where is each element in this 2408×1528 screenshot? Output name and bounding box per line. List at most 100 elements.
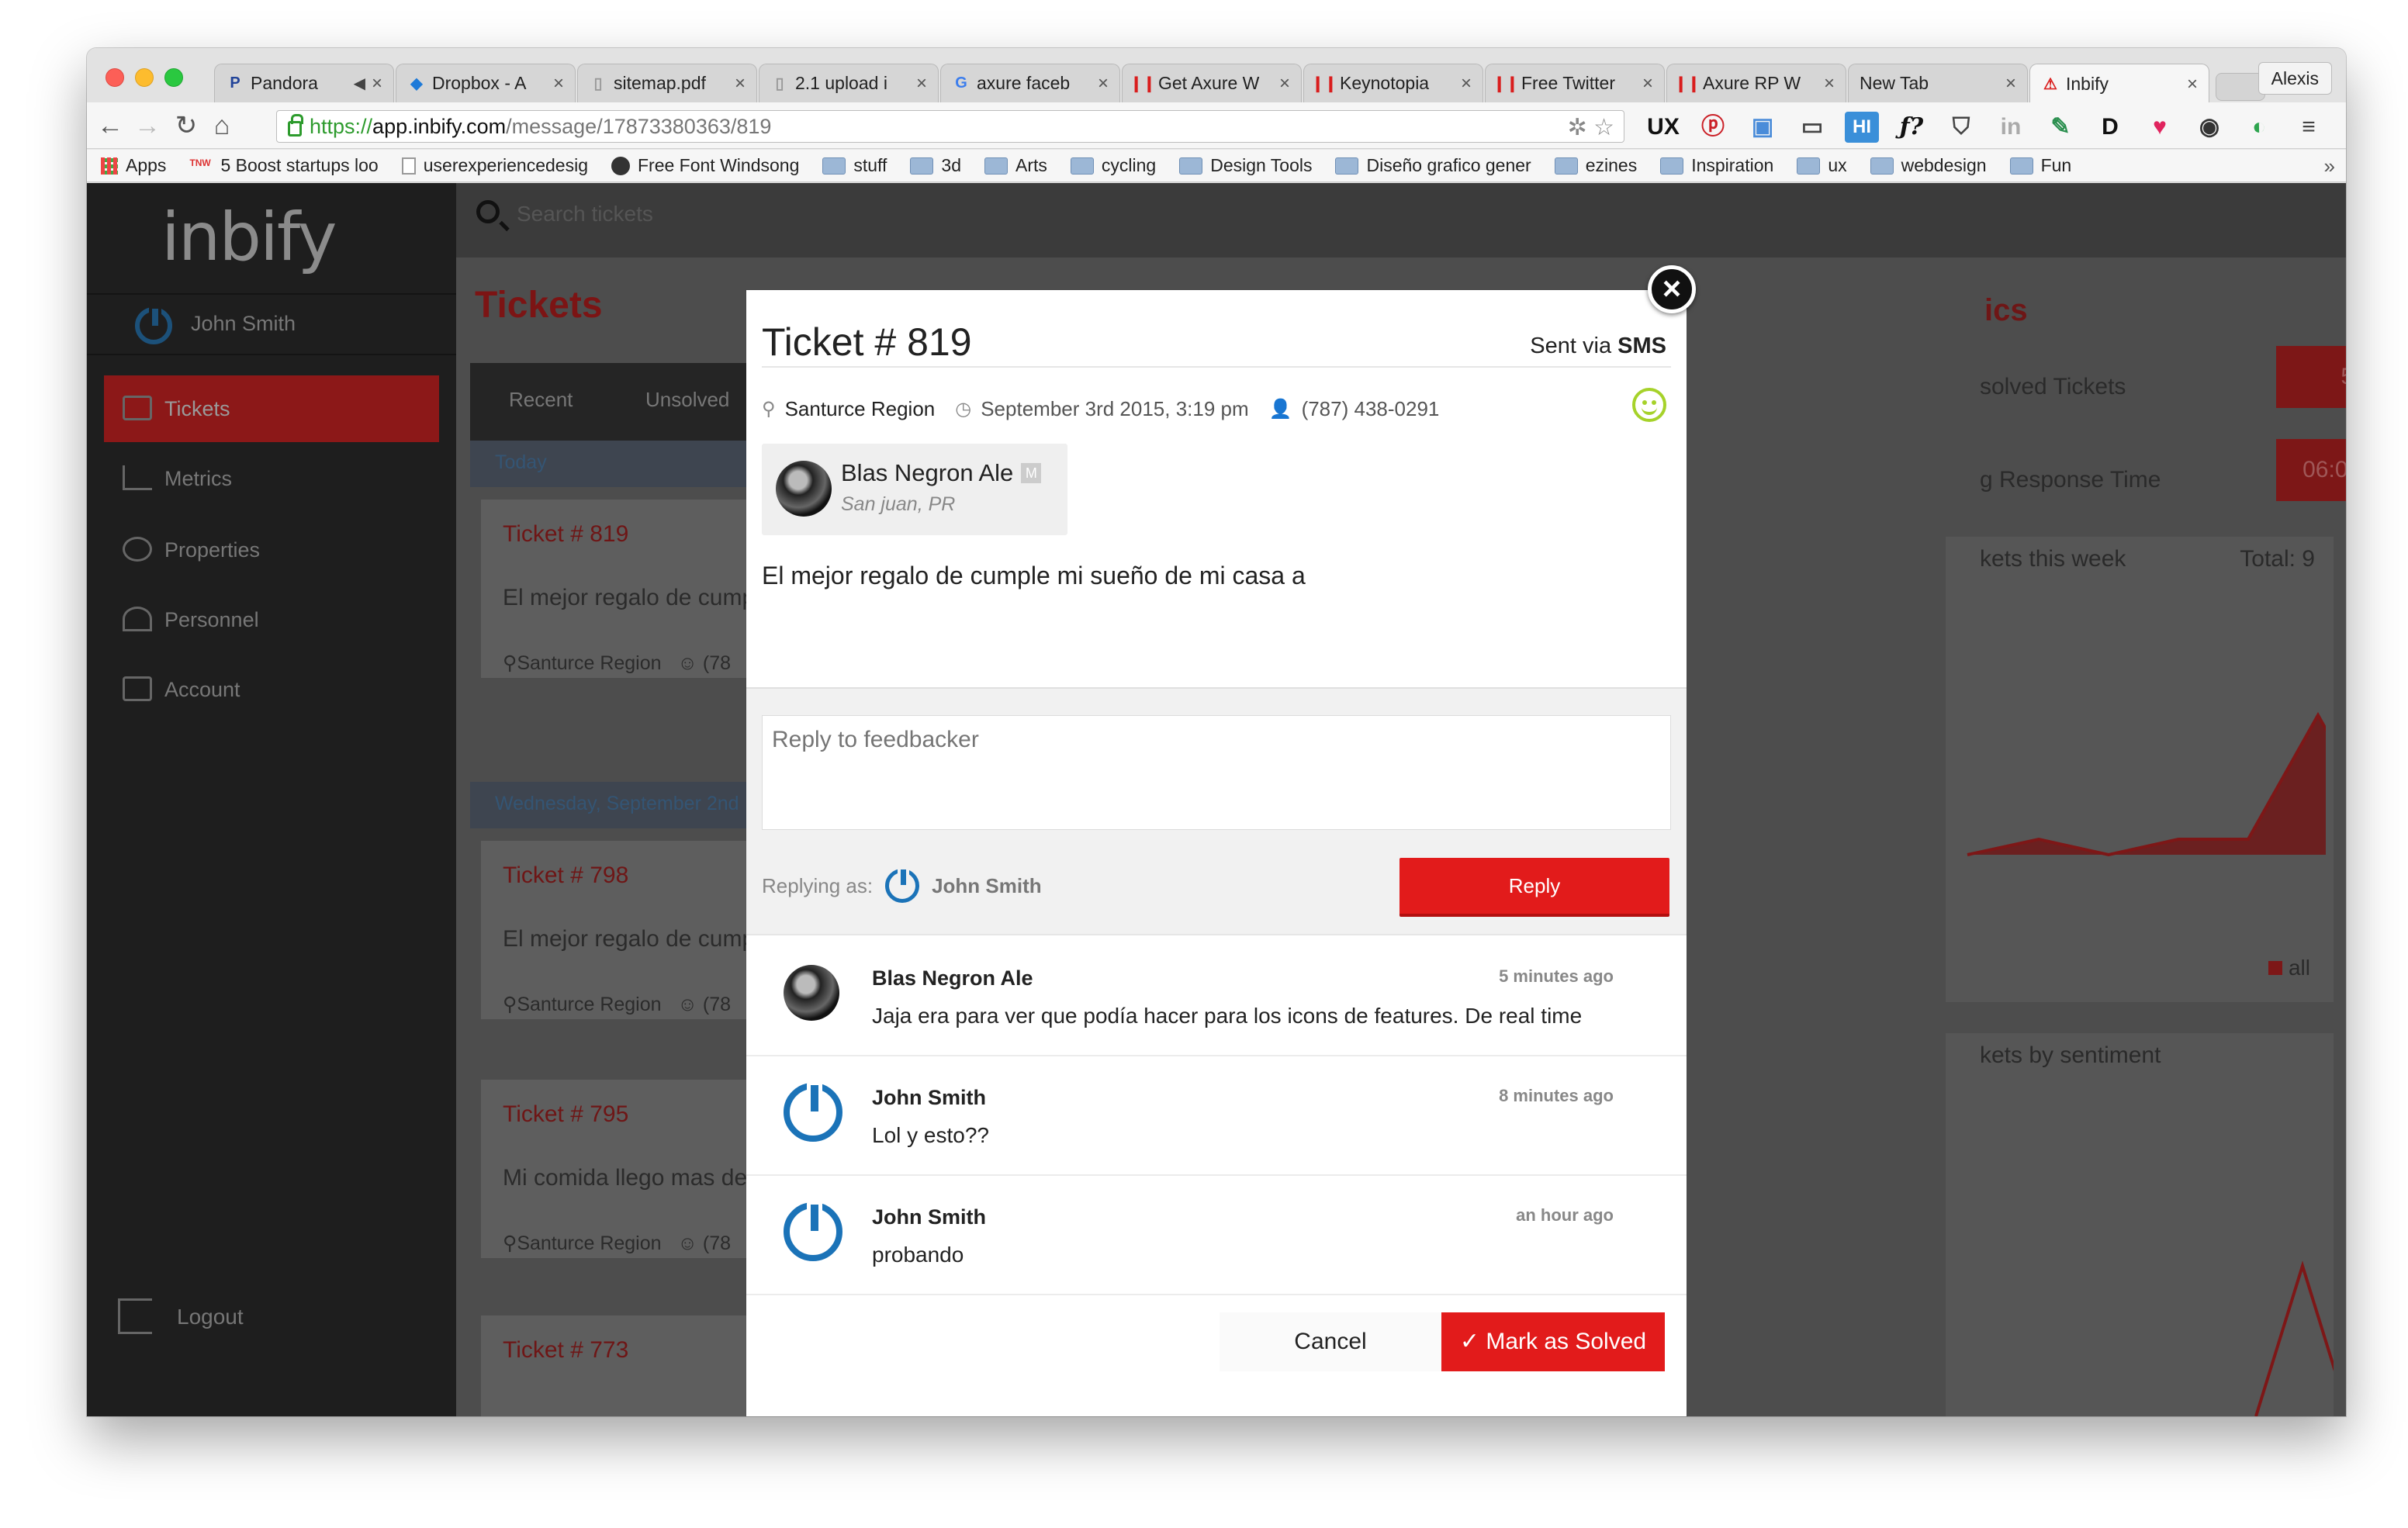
extensions-row: UX ⓟ ▣ ▭ HI ƒ? ⛉ in ✎ D ♥ ◉ ◐ ≡ [1646, 112, 2341, 143]
tab-close-icon[interactable]: × [916, 73, 927, 95]
bookmarks-overflow-icon[interactable]: » [2324, 154, 2335, 178]
tab-close-icon[interactable]: × [553, 73, 564, 95]
lock-icon [288, 114, 303, 137]
close-icon[interactable]: × [1648, 265, 1696, 313]
tab-google[interactable]: Gaxure faceb × [940, 64, 1120, 102]
menu-icon[interactable]: ≡ [2292, 112, 2326, 143]
sidebar-item-personnel[interactable]: Personnel [104, 586, 439, 653]
comment-author: John Smith [872, 1086, 986, 1109]
d2-extension-icon[interactable]: D [2093, 112, 2127, 143]
bookmark-apps[interactable]: Apps [101, 155, 166, 176]
tab-close-icon[interactable]: × [1824, 73, 1835, 95]
tab-keynotopia[interactable]: ❙❙ Keynotopia × [1303, 64, 1483, 102]
bookmark-folder-cycling[interactable]: cycling [1070, 155, 1156, 176]
ticket-phone: (78 [702, 652, 732, 674]
green-extension-icon[interactable]: ◐ [2242, 112, 2276, 143]
bookmark-boost-startups[interactable]: TNW 5 Boost startups loo [189, 155, 378, 176]
tab-label: Keynotopia [1340, 73, 1430, 93]
folder-icon [1797, 157, 1821, 175]
address-bar[interactable]: https://app.inbify.com/message/178733803… [276, 110, 1624, 143]
audio-icon[interactable]: ◀ [354, 74, 365, 93]
home-icon[interactable]: ⌂ [206, 110, 237, 141]
tab-close-icon[interactable]: × [1098, 73, 1109, 95]
reply-button[interactable]: Reply [1399, 858, 1669, 917]
bookmark-star-icon[interactable]: ✲ ☆ [1568, 114, 1614, 141]
pocket-icon[interactable]: ⛉ [1944, 112, 1978, 143]
person-icon: 👤 [1268, 399, 1292, 420]
hi-extension-icon[interactable]: HI [1845, 112, 1879, 143]
maximize-window-button[interactable] [164, 68, 183, 87]
reload-icon[interactable]: ↻ [171, 110, 202, 141]
bookmark-folder-fun[interactable]: Fun [2009, 155, 2071, 176]
cast-icon[interactable]: ▭ [1795, 112, 1829, 143]
tab-close-icon[interactable]: × [1279, 73, 1290, 95]
tab-axure-rp[interactable]: ❙❙ Axure RP W × [1666, 64, 1846, 102]
clock-icon: ◷ [955, 399, 972, 420]
logout-button[interactable]: Logout [118, 1298, 244, 1334]
tab-close-icon[interactable]: × [2187, 74, 2198, 95]
ticket-message: El mejor regalo de cumple mi sueño de mi… [762, 562, 1306, 589]
ux-extension-icon[interactable]: UX [1646, 112, 1680, 143]
sidebar-user[interactable]: John Smith [87, 293, 456, 355]
mark-as-solved-button[interactable]: ✓ Mark as Solved [1441, 1312, 1665, 1371]
eyedropper-icon[interactable]: ✎ [2043, 112, 2078, 143]
bookmark-folder-design-tools[interactable]: Design Tools [1179, 155, 1312, 176]
bookmark-folder-stuff[interactable]: stuff [822, 155, 887, 176]
header-divider [762, 366, 1671, 368]
color-picker-icon[interactable]: ◉ [2192, 112, 2226, 143]
heart-icon[interactable]: ♥ [2143, 112, 2177, 143]
sidebar-item-properties[interactable]: Properties [104, 517, 439, 583]
close-window-button[interactable] [106, 68, 124, 87]
tab-sitemap[interactable]: ▯ sitemap.pdf × [577, 64, 757, 102]
bookmark-folder-inspiration[interactable]: Inspiration [1660, 155, 1773, 176]
positive-sentiment-icon [1632, 388, 1666, 422]
bookmark-free-font[interactable]: Free Font Windsong [611, 155, 799, 176]
tab-dropbox[interactable]: ◆ Dropbox - A × [396, 64, 576, 102]
screen-capture-icon[interactable]: ▣ [1745, 112, 1780, 143]
tab-close-icon[interactable]: × [372, 73, 382, 95]
cancel-button[interactable]: Cancel [1220, 1312, 1441, 1371]
back-arrow-icon[interactable]: ← [95, 110, 126, 141]
metrics-heading: ics [1984, 293, 2028, 327]
ticket-number: Ticket # 773 [503, 1337, 629, 1363]
ticket-phone: (78 [702, 994, 732, 1015]
pinterest-icon[interactable]: ⓟ [1696, 112, 1730, 143]
profile-button[interactable]: Alexis [2258, 62, 2332, 95]
ticket-meta: ⚲Santurce Region ☺ (78 [503, 993, 731, 1016]
filter-recent[interactable]: Recent [509, 388, 573, 412]
replying-as-label: Replying as: [762, 873, 874, 897]
tab-close-icon[interactable]: × [2005, 73, 2016, 95]
tab-close-icon[interactable]: × [1461, 73, 1472, 95]
bookmark-folder-ezines[interactable]: ezines [1554, 155, 1637, 176]
sentiment-title: kets by sentiment [1980, 1042, 2161, 1068]
sidebar-item-account[interactable]: Account [104, 656, 439, 723]
tab-close-icon[interactable]: × [735, 73, 746, 95]
tab-close-icon[interactable]: × [1642, 73, 1653, 95]
search-input[interactable]: Search tickets [517, 202, 653, 226]
tab-pandora[interactable]: P Pandora ◀ × [214, 64, 394, 102]
bookmark-folder-3d[interactable]: 3d [910, 155, 961, 176]
sidebar-item-tickets[interactable]: Tickets [104, 375, 439, 442]
tab-strip: P Pandora ◀ × ◆ Dropbox - A × ▯ sitemap.pdf × ▯… [214, 64, 2265, 104]
tab-get-axure[interactable]: ❙❙ Get Axure W × [1122, 64, 1302, 102]
bookmark-folder-arts[interactable]: Arts [984, 155, 1047, 176]
sidebar-item-metrics[interactable]: Metrics [104, 445, 439, 512]
forward-arrow-icon[interactable]: → [132, 110, 163, 141]
linkedin-icon[interactable]: in [1994, 112, 2028, 143]
pandora-icon: P [230, 74, 240, 92]
tab-free-twitter[interactable]: ❙❙ Free Twitter × [1485, 64, 1665, 102]
filter-unsolved[interactable]: Unsolved [645, 388, 729, 412]
minimize-window-button[interactable] [135, 68, 154, 87]
tab-new-tab[interactable]: New Tab × [1848, 64, 2028, 102]
tab-upload[interactable]: ▯ 2.1 upload i × [759, 64, 939, 102]
location-pin-icon: ⚲ [503, 652, 517, 674]
reply-input[interactable] [762, 715, 1671, 830]
bookmark-folder-webdesign[interactable]: webdesign [1870, 155, 1987, 176]
sender-name-row: Blas Negron Ale M [841, 459, 1042, 487]
bookmark-userexperience[interactable]: userexperiencedesig [401, 155, 588, 176]
tab-inbify[interactable]: ⚠ Inbify × [2029, 64, 2209, 104]
bookmark-folder-ux[interactable]: ux [1797, 155, 1847, 176]
font-finder-icon[interactable]: ƒ? [1894, 112, 1929, 143]
bookmark-folder-diseno[interactable]: Diseño grafico gener [1335, 155, 1531, 176]
location-pin-icon: ⚲ [762, 399, 776, 420]
